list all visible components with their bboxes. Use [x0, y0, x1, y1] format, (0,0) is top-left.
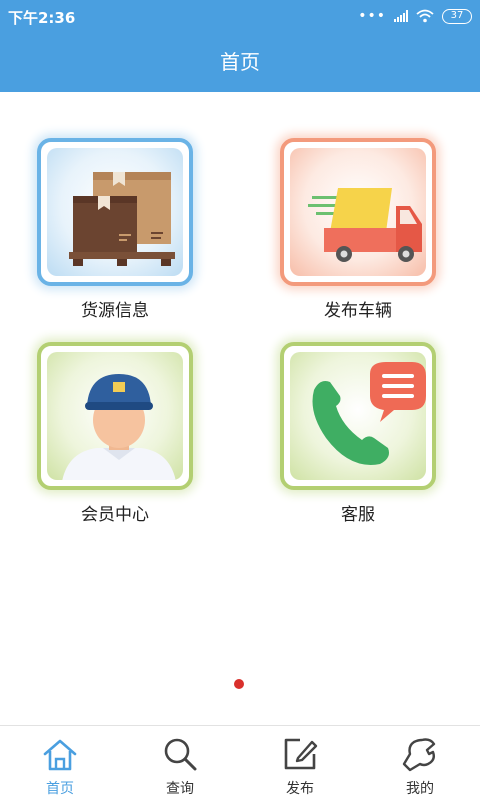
tile-vehicle-frame — [280, 138, 436, 286]
search-icon — [164, 738, 197, 771]
tile-cargo-frame — [37, 138, 193, 286]
tile-member-center[interactable]: 会员中心 — [0, 342, 200, 542]
nav-publish[interactable]: 发布 — [240, 726, 360, 800]
status-bar: 下午2:36 ••• 37 — [0, 0, 480, 32]
page-title: 首页 — [220, 50, 260, 74]
title-bar: 首页 — [0, 32, 480, 92]
nav-label-home: 首页 — [46, 781, 74, 797]
tile-member-frame — [37, 342, 193, 490]
nav-home[interactable]: 首页 — [0, 726, 120, 800]
status-indicators: ••• 37 — [358, 7, 472, 25]
tile-publish-vehicle[interactable]: 发布车辆 — [243, 138, 443, 338]
status-time: 下午2:36 — [8, 9, 76, 27]
page-indicator-dot — [234, 679, 244, 689]
tile-label-service: 客服 — [341, 505, 375, 525]
home-icon — [43, 739, 77, 771]
bottom-nav: 首页 查询 发布 我的 — [0, 725, 480, 800]
wrench-icon — [402, 738, 436, 772]
tile-service-frame — [280, 342, 436, 490]
nav-label-publish: 发布 — [286, 781, 314, 797]
nav-label-search: 查询 — [166, 781, 194, 797]
battery-icon: 37 — [442, 8, 472, 24]
tile-customer-service[interactable]: 客服 — [243, 342, 443, 542]
wifi-icon — [416, 9, 434, 23]
home-screen: 下午2:36 ••• 37 首页 货源信息 发布车辆 会员中心 客服 首页 查询… — [0, 0, 480, 800]
nav-label-mine: 我的 — [406, 781, 434, 797]
phone-chat-icon — [312, 362, 426, 465]
member-avatar-icon — [62, 374, 176, 480]
cargo-boxes-icon — [69, 172, 175, 266]
tile-label-vehicle: 发布车辆 — [324, 301, 392, 321]
edit-icon — [284, 738, 318, 770]
tile-cargo-info[interactable]: 货源信息 — [0, 138, 200, 338]
tile-label-cargo: 货源信息 — [81, 301, 149, 321]
delivery-truck-icon — [308, 188, 422, 262]
tile-label-member: 会员中心 — [81, 505, 149, 525]
nav-search[interactable]: 查询 — [120, 726, 240, 800]
nav-mine[interactable]: 我的 — [360, 726, 480, 800]
status-dots: ••• — [358, 8, 386, 24]
signal-icon — [394, 10, 408, 22]
